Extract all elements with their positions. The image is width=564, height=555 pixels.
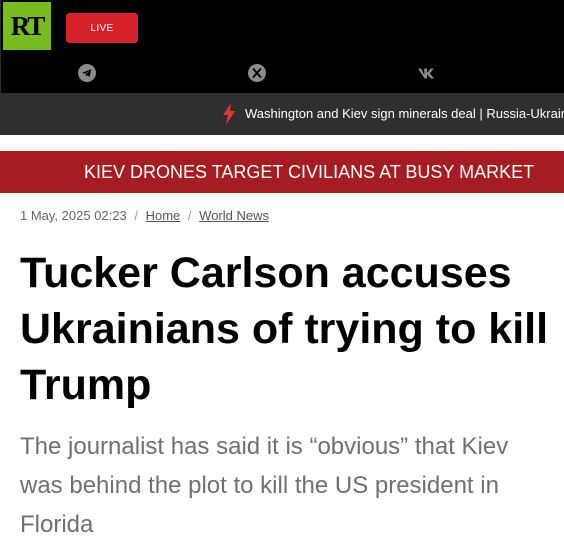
breadcrumb-world-news[interactable]: World News <box>199 208 269 223</box>
vk-icon[interactable] <box>417 63 437 83</box>
rt-logo[interactable]: RT <box>3 2 51 50</box>
x-icon[interactable] <box>247 63 267 83</box>
telegram-icon[interactable] <box>77 63 97 83</box>
ticker-text[interactable]: Washington and Kiev sign minerals deal |… <box>245 106 564 121</box>
lightning-icon <box>222 103 236 130</box>
logo-text: RT <box>10 10 46 41</box>
news-ticker[interactable]: Washington and Kiev sign minerals deal |… <box>0 93 564 135</box>
spacer <box>0 135 564 151</box>
publish-date: 1 May, 2025 02:23 <box>20 208 127 223</box>
site-header: RT LIVE <box>0 0 564 93</box>
live-button[interactable]: LIVE <box>66 13 138 43</box>
article-meta: 1 May, 2025 02:23 / Home / World News <box>20 208 269 223</box>
breaking-news-text[interactable]: KIEV DRONES TARGET CIVILIANS AT BUSY MAR… <box>84 162 534 183</box>
breadcrumb-separator: / <box>187 208 192 223</box>
breadcrumb-home[interactable]: Home <box>146 208 181 223</box>
article-title: Tucker Carlson accuses Ukrainians of try… <box>20 249 549 409</box>
breaking-news-banner[interactable]: KIEV DRONES TARGET CIVILIANS AT BUSY MAR… <box>0 151 564 193</box>
breadcrumb-separator: / <box>134 208 138 223</box>
article-summary: The journalist has said it is “obvious” … <box>20 433 509 538</box>
